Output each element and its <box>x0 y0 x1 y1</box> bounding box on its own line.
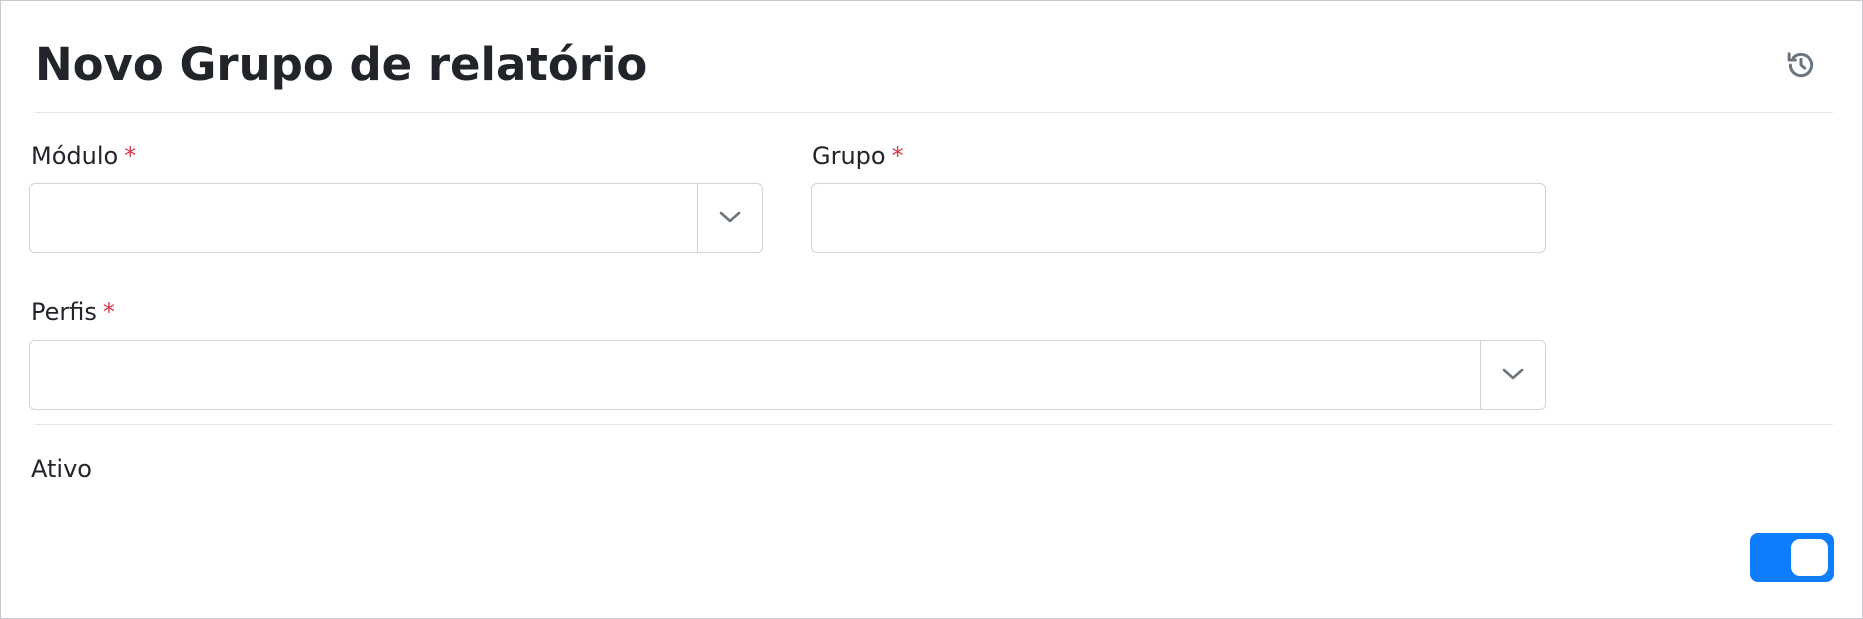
ativo-label: Ativo <box>31 455 92 483</box>
history-icon <box>1786 50 1816 84</box>
modulo-label: Módulo * <box>31 140 136 172</box>
page-title: Novo Grupo de relatório <box>35 38 648 91</box>
history-button[interactable] <box>1785 51 1817 83</box>
grupo-required-mark: * <box>891 142 904 170</box>
chevron-down-icon <box>719 209 741 228</box>
grupo-label: Grupo * <box>812 140 904 172</box>
toggle-knob <box>1791 539 1828 576</box>
ativo-toggle[interactable] <box>1750 533 1834 582</box>
modulo-required-mark: * <box>124 142 137 170</box>
perfis-dropdown-toggle[interactable] <box>1480 341 1545 409</box>
grupo-field-wrapper <box>811 183 1546 253</box>
modulo-select[interactable] <box>29 183 763 253</box>
header-divider <box>35 112 1833 113</box>
modulo-label-text: Módulo <box>31 142 119 170</box>
modulo-dropdown-toggle[interactable] <box>697 184 762 252</box>
form-panel: Novo Grupo de relatório Módulo* Grupo* <box>0 0 1863 619</box>
perfis-label-text: Perfis <box>31 298 97 326</box>
perfis-label: Perfis * <box>31 296 115 328</box>
section-divider <box>35 424 1833 425</box>
perfis-select[interactable] <box>29 340 1546 410</box>
chevron-down-icon <box>1502 366 1524 385</box>
perfis-required-mark: * <box>102 298 115 326</box>
grupo-label-text: Grupo <box>812 142 886 170</box>
grupo-input[interactable] <box>812 184 1545 252</box>
